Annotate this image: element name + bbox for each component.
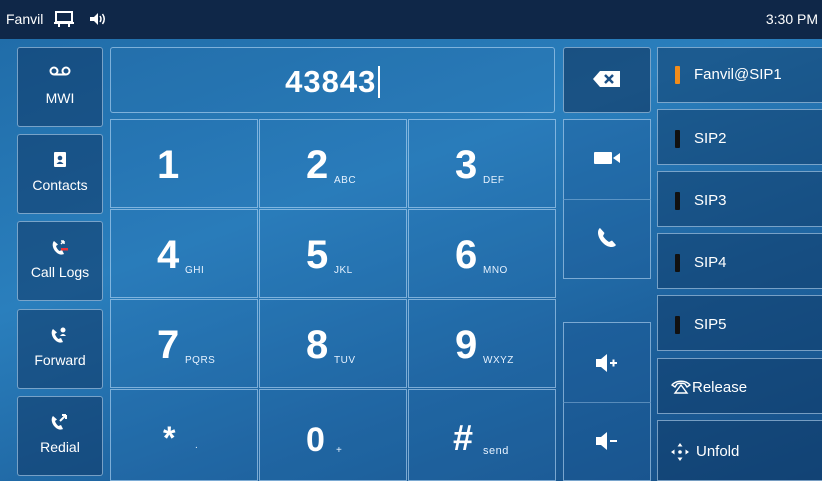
key-letters: MNO xyxy=(483,265,508,276)
release-icon xyxy=(670,379,692,400)
text-caret xyxy=(378,65,380,98)
key-5[interactable]: 5 JKL xyxy=(259,209,407,298)
key-6[interactable]: 6 MNO xyxy=(408,209,556,298)
key-digit: 6 xyxy=(455,233,478,277)
volume-up-button[interactable] xyxy=(563,322,651,402)
line-sip5[interactable]: SIP5 xyxy=(657,295,822,351)
sidebar-item-contacts[interactable]: Contacts xyxy=(17,134,103,214)
key-digit: 1 xyxy=(157,143,180,187)
line-label: SIP4 xyxy=(694,254,727,271)
voicemail-icon xyxy=(18,64,102,82)
volume-up-icon xyxy=(564,353,650,378)
key-3[interactable]: 3 DEF xyxy=(408,119,556,208)
key-letters: WXYZ xyxy=(483,355,514,366)
key-9[interactable]: 9 WXYZ xyxy=(408,299,556,388)
line-status-indicator xyxy=(675,66,680,84)
release-label: Release xyxy=(692,379,748,396)
unfold-icon xyxy=(670,442,690,467)
unfold-label: Unfold xyxy=(696,443,740,460)
key-4[interactable]: 4 GHI xyxy=(110,209,258,298)
key-letters: . xyxy=(195,440,199,451)
key-letters: GHI xyxy=(185,265,205,276)
key-digit: 5 xyxy=(306,233,329,277)
line-label: Fanvil@SIP1 xyxy=(694,66,782,83)
sidebar-item-label: Contacts xyxy=(32,177,88,193)
key-digit: 7 xyxy=(157,323,180,367)
key-digit: 8 xyxy=(306,323,329,367)
line-sip2[interactable]: SIP2 xyxy=(657,109,822,165)
key-digit: 4 xyxy=(157,233,180,277)
sidebar-item-label: Call Logs xyxy=(30,264,90,280)
release-button[interactable]: Release xyxy=(657,358,822,414)
key-letters: TUV xyxy=(334,355,356,366)
line-label: SIP2 xyxy=(694,130,727,147)
volume-down-icon xyxy=(564,431,650,456)
video-call-icon xyxy=(564,150,650,171)
key-digit: 2 xyxy=(306,143,329,187)
number-display[interactable]: 43843 xyxy=(110,47,555,113)
redial-icon xyxy=(18,413,102,431)
sidebar-item-mwi[interactable]: MWI xyxy=(17,47,103,127)
status-bar: Fanvil 3:30 PM xyxy=(0,0,822,39)
volume-down-button[interactable] xyxy=(563,402,651,481)
screen-icon xyxy=(54,11,74,27)
volume-icon xyxy=(90,13,105,25)
key-digit: # xyxy=(453,417,474,458)
key-2[interactable]: 2 ABC xyxy=(259,119,407,208)
line-label: SIP5 xyxy=(694,316,727,333)
key-star[interactable]: * . xyxy=(110,389,258,481)
status-time: 3:30 PM xyxy=(765,11,818,27)
key-digit: 9 xyxy=(455,323,478,367)
status-brand: Fanvil xyxy=(6,11,44,27)
dialed-number: 43843 xyxy=(285,64,377,99)
key-letters: send xyxy=(483,445,509,457)
audio-call-icon xyxy=(564,226,650,255)
key-letters: + xyxy=(336,445,343,456)
dialed-number-wrap: 43843 xyxy=(111,64,554,100)
sidebar-item-redial[interactable]: Redial xyxy=(17,396,103,476)
key-letters: DEF xyxy=(483,175,505,186)
key-hash[interactable]: # send xyxy=(408,389,556,481)
line-status-indicator xyxy=(675,316,680,334)
key-letters: ABC xyxy=(334,175,357,186)
audio-call-button[interactable] xyxy=(563,199,651,279)
sidebar-item-label: Forward xyxy=(34,352,86,368)
key-letters: JKL xyxy=(334,265,353,276)
line-sip3[interactable]: SIP3 xyxy=(657,171,822,227)
sidebar-item-forward[interactable]: Forward xyxy=(17,309,103,389)
key-digit: * xyxy=(163,420,176,456)
key-1[interactable]: 1 xyxy=(110,119,258,208)
key-digit: 3 xyxy=(455,143,478,187)
backspace-button[interactable] xyxy=(563,47,651,113)
line-status-indicator xyxy=(675,130,680,148)
line-status-indicator xyxy=(675,254,680,272)
backspace-icon xyxy=(564,70,650,93)
unfold-button[interactable]: Unfold xyxy=(657,420,822,481)
line-label: SIP3 xyxy=(694,192,727,209)
sidebar-item-label: MWI xyxy=(45,90,75,106)
forward-icon xyxy=(18,326,102,344)
line-sip1[interactable]: Fanvil@SIP1 xyxy=(657,47,822,103)
key-0[interactable]: 0 + xyxy=(259,389,407,481)
line-status-indicator xyxy=(675,192,680,210)
key-digit: 0 xyxy=(306,421,325,459)
video-call-button[interactable] xyxy=(563,119,651,199)
contacts-icon xyxy=(18,151,102,169)
key-letters: PQRS xyxy=(185,355,216,366)
sidebar-item-label: Redial xyxy=(40,439,80,455)
line-sip4[interactable]: SIP4 xyxy=(657,233,822,289)
call-logs-icon xyxy=(18,238,102,256)
key-7[interactable]: 7 PQRS xyxy=(110,299,258,388)
phone-screen: Fanvil 3:30 PM MWI Contacts Call Logs Fo… xyxy=(0,0,822,481)
key-8[interactable]: 8 TUV xyxy=(259,299,407,388)
sidebar-item-call-logs[interactable]: Call Logs xyxy=(17,221,103,301)
